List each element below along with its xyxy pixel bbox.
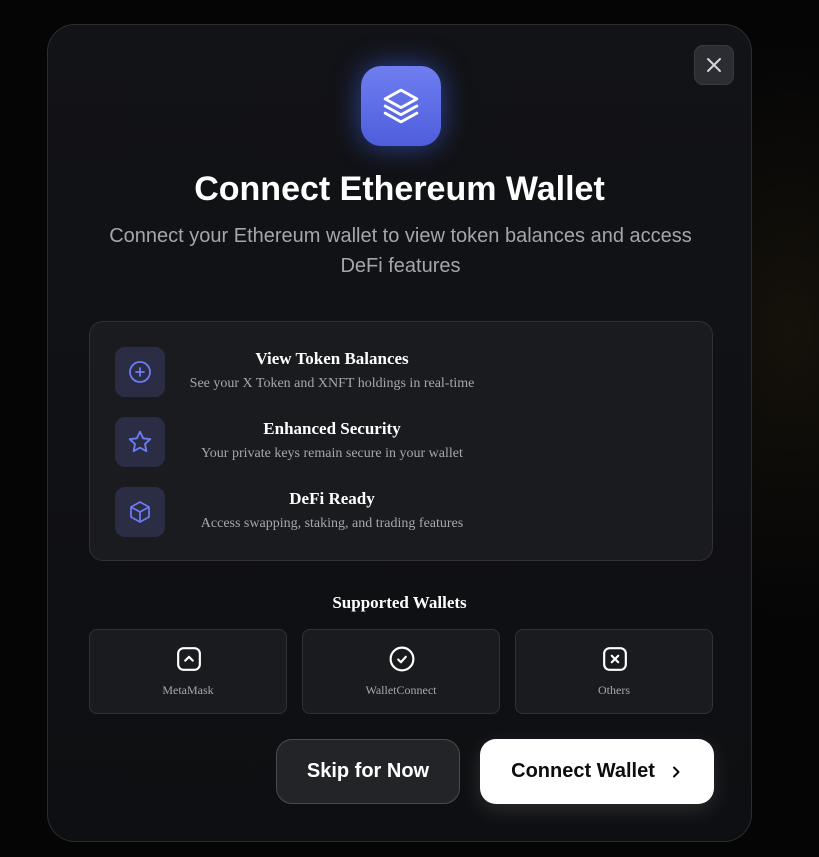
app-logo [361, 66, 441, 146]
modal-title: Connect Ethereum Wallet [194, 170, 605, 208]
cube-icon [130, 501, 150, 523]
feature-icon-box [115, 487, 165, 537]
feature-text: DeFi Ready Access swapping, staking, and… [179, 487, 485, 533]
close-button[interactable] [694, 45, 734, 85]
chevron-right-icon [672, 766, 680, 777]
modal-subtitle: Connect your Ethereum wallet to view tok… [109, 225, 692, 277]
feature-title: View Token Balances [255, 349, 409, 368]
wallet-option-walletconnect[interactable]: WalletConnect [302, 629, 500, 714]
x-square-icon [603, 647, 627, 671]
skip-button[interactable]: Skip for Now [276, 739, 460, 804]
wallet-option-metamask[interactable]: MetaMask [89, 629, 287, 714]
feature-description: See your X Token and XNFT holdings in re… [189, 376, 475, 391]
feature-description: Your private keys remain secure in your … [201, 446, 463, 461]
wallet-option-others[interactable]: Others [515, 629, 713, 714]
supported-wallets-heading: Supported Wallets [332, 593, 467, 612]
feature-text: Enhanced Security Your private keys rema… [179, 417, 485, 463]
layers-icon [383, 88, 419, 124]
feature-item-defi: DeFi Ready Access swapping, staking, and… [115, 487, 675, 537]
feature-item-token-balances: View Token Balances See your X Token and… [115, 347, 675, 397]
close-icon [707, 58, 721, 72]
chevron-up-square-icon [177, 647, 201, 671]
feature-text: View Token Balances See your X Token and… [179, 347, 485, 393]
feature-description: Access swapping, staking, and trading fe… [200, 516, 464, 531]
feature-icon-box [115, 417, 165, 467]
features-card: View Token Balances See your X Token and… [89, 321, 713, 561]
wallet-label: WalletConnect [365, 683, 437, 697]
wallet-label: Others [598, 683, 630, 697]
feature-icon-box [115, 347, 165, 397]
connect-wallet-modal: Connect Ethereum Wallet Connect your Eth… [47, 24, 752, 842]
check-circle-icon [389, 646, 415, 672]
star-icon [128, 430, 152, 453]
connect-wallet-label: Connect Wallet [511, 760, 655, 782]
connect-wallet-button[interactable]: Connect Wallet [480, 739, 714, 804]
feature-title: Enhanced Security [263, 419, 401, 438]
wallet-label: MetaMask [162, 683, 214, 697]
feature-title: DeFi Ready [289, 489, 375, 508]
plus-circle-icon [129, 361, 151, 383]
feature-item-security: Enhanced Security Your private keys rema… [115, 417, 675, 467]
